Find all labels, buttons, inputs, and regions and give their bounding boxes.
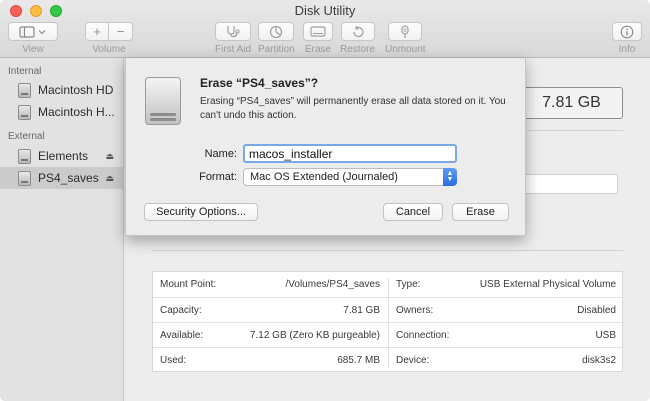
volume-control: + − Volume — [85, 22, 133, 55]
info-label: Type: — [396, 279, 421, 290]
info-value: Disabled — [577, 305, 616, 316]
info-row: Capacity: 7.81 GB Owners: Disabled — [153, 297, 624, 322]
info-value: USB External Physical Volume — [479, 279, 616, 290]
eject-icon[interactable]: ⏏ — [105, 151, 114, 162]
partition-pie-icon — [270, 25, 283, 38]
usage-bar-field — [522, 174, 618, 194]
unmount-button[interactable] — [388, 22, 423, 41]
disk-utility-window: Disk Utility View + − Volume First Aid P… — [0, 0, 650, 401]
eject-icon[interactable]: ⏏ — [105, 173, 114, 184]
restore-arrow-icon — [352, 25, 364, 37]
capacity-display: 7.81 GB — [520, 87, 623, 119]
info-label: Capacity: — [160, 305, 202, 316]
external-disk-icon — [18, 148, 31, 164]
divider — [527, 130, 623, 131]
divider — [152, 250, 623, 251]
restore-button[interactable] — [340, 22, 375, 41]
info-label: Device: — [396, 355, 430, 366]
security-options-button[interactable]: Security Options... — [144, 203, 258, 221]
erase-button[interactable]: Erase — [452, 203, 509, 221]
volume-info-table: Mount Point: /Volumes/PS4_saves Type: US… — [152, 271, 624, 372]
window-title: Disk Utility — [294, 3, 356, 18]
info-label: Connection: — [396, 330, 450, 341]
sidebar-heading-external: External — [8, 131, 45, 142]
sidebar-item-label: Macintosh HD — [38, 83, 114, 97]
sidebar-item-label: Macintosh H... — [38, 105, 115, 119]
name-label: Name: — [204, 148, 237, 160]
volume-label: Volume — [92, 44, 126, 55]
sidebar-item-label: Elements — [38, 149, 89, 163]
sidebar-item-label: PS4_saves — [38, 171, 99, 185]
info-value: 7.12 GB (Zero KB purgeable) — [249, 330, 380, 341]
drive-slot — [150, 118, 176, 121]
info-value: /Volumes/PS4_saves — [285, 279, 381, 290]
add-volume-button[interactable]: + — [85, 22, 109, 41]
first-aid-label: First Aid — [215, 44, 252, 55]
sidebar: Internal Macintosh HD Macintosh H... Ext… — [0, 58, 124, 401]
view-label: View — [22, 44, 44, 55]
erase-control: Erase — [303, 22, 333, 55]
first-aid-button[interactable] — [215, 22, 252, 41]
restore-control: Restore — [340, 22, 375, 55]
unmount-icon — [401, 24, 409, 38]
erase-label: Erase — [304, 44, 332, 55]
info-icon — [620, 25, 634, 38]
info-label: Used: — [160, 355, 187, 366]
partition-label: Partition — [258, 44, 295, 55]
internal-disk-icon — [18, 82, 31, 98]
plus-icon: + — [93, 24, 101, 39]
minus-icon: − — [116, 24, 125, 39]
info-row: Available: 7.12 GB (Zero KB purgeable) C… — [153, 322, 624, 347]
unmount-control: Unmount — [385, 22, 426, 55]
drive-icon — [145, 77, 181, 127]
sidebar-heading-internal: Internal — [8, 66, 42, 77]
restore-label: Restore — [340, 44, 376, 55]
info-value: disk3s2 — [582, 355, 616, 366]
external-disk-icon — [18, 170, 31, 186]
sidebar-item-macintosh-hd[interactable]: Macintosh HD — [0, 79, 123, 101]
format-select[interactable]: Mac OS Extended (Journaled) ▲ ▼ — [243, 168, 457, 186]
remove-volume-button[interactable]: − — [109, 22, 133, 41]
unmount-label: Unmount — [385, 44, 426, 55]
info-label: Info — [618, 44, 636, 55]
info-label: Mount Point: — [160, 279, 217, 290]
first-aid-control: First Aid — [215, 22, 251, 55]
info-value: 685.7 MB — [337, 355, 380, 366]
internal-disk-icon — [18, 104, 31, 120]
name-input[interactable] — [243, 144, 457, 163]
eraser-drive-icon — [310, 26, 326, 37]
partition-button[interactable] — [258, 22, 295, 41]
stethoscope-icon — [227, 26, 240, 38]
dialog-title: Erase “PS4_saves”? — [200, 76, 319, 90]
view-button[interactable] — [8, 22, 58, 41]
select-arrows-icon: ▲ ▼ — [443, 168, 457, 186]
sidebar-item-ps4-saves[interactable]: PS4_saves ⏏ — [0, 167, 123, 189]
drive-slot — [150, 113, 176, 116]
dialog-message: Erasing “PS4_saves” will permanently era… — [200, 96, 506, 121]
cancel-button[interactable]: Cancel — [383, 203, 443, 221]
info-value: USB — [595, 330, 616, 341]
sidebar-item-elements[interactable]: Elements ⏏ — [0, 145, 123, 167]
sidebar-toggle-icon — [19, 25, 46, 38]
volume-segmented-control: + − — [85, 22, 133, 41]
info-control: Info — [612, 22, 642, 55]
info-button[interactable] — [612, 22, 642, 41]
partition-control: Partition — [258, 22, 295, 55]
info-row: Used: 685.7 MB Device: disk3s2 — [153, 347, 624, 372]
sidebar-item-macintosh-hd-2[interactable]: Macintosh H... — [0, 101, 123, 123]
view-control: View — [8, 22, 58, 55]
info-label: Owners: — [396, 305, 434, 316]
info-label: Available: — [160, 330, 204, 341]
toolbar: Disk Utility View + − Volume First Aid P… — [0, 0, 650, 58]
info-value: 7.81 GB — [343, 305, 380, 316]
info-row: Mount Point: /Volumes/PS4_saves Type: US… — [153, 272, 624, 297]
erase-button-toolbar[interactable] — [303, 22, 333, 41]
format-label: Format: — [199, 171, 237, 183]
format-selected-value: Mac OS Extended (Journaled) — [250, 171, 398, 183]
